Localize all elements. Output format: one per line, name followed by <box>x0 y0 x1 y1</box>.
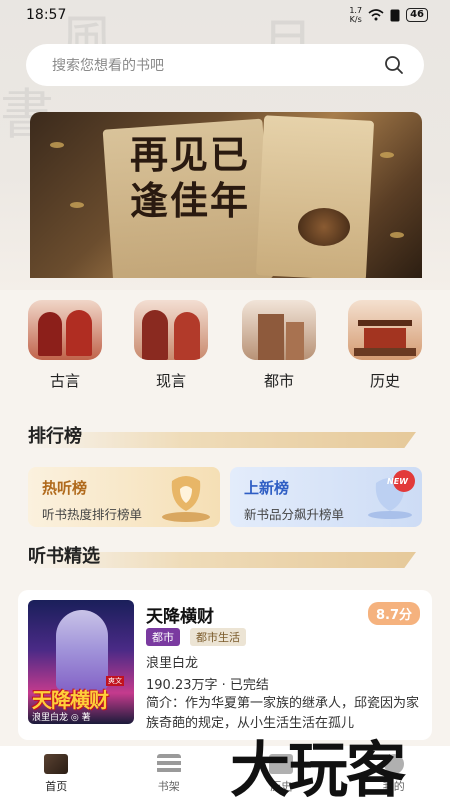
section-underline <box>28 432 416 448</box>
book-tag: 都市生活 <box>190 628 246 646</box>
search-input[interactable]: 搜索您想看的书吧 <box>52 55 164 75</box>
banner-scroll-art <box>255 115 375 278</box>
category-li-shi[interactable]: 历史 <box>348 300 422 391</box>
category-image <box>242 300 316 360</box>
search-bar[interactable]: 搜索您想看的书吧 <box>26 44 424 86</box>
watermark-text: 大玩客 <box>230 736 406 800</box>
tab-bookshelf[interactable]: 书架 <box>113 746 226 800</box>
status-bar: 18:57 1.7 K/s 46 <box>0 0 450 30</box>
featured-section-title: 听书精选 <box>28 546 100 567</box>
tab-label: 首页 <box>45 780 68 793</box>
category-label: 历史 <box>369 372 400 390</box>
category-image <box>348 300 422 360</box>
category-label: 现言 <box>155 372 186 390</box>
book-cover[interactable]: 爽文 天降横财 浪里白龙 ◎ 著 <box>28 600 134 724</box>
battery-indicator: 46 <box>406 8 428 22</box>
category-image <box>134 300 208 360</box>
book-author: 浪里白龙 <box>146 656 199 671</box>
search-icon[interactable] <box>384 55 404 75</box>
cover-badge: 爽文 <box>106 676 124 686</box>
tab-home[interactable]: 首页 <box>0 746 113 800</box>
status-icons: 1.7 K/s 46 <box>349 6 428 24</box>
sim-icon <box>390 9 400 21</box>
book-score: 8.7分 <box>367 602 420 625</box>
wifi-icon <box>368 9 384 21</box>
category-label: 都市 <box>263 372 294 390</box>
home-book-icon <box>44 754 69 774</box>
book-tag: 都市 <box>146 628 180 646</box>
category-xian-yan[interactable]: 现言 <box>134 300 208 391</box>
trophy-icon <box>162 476 210 522</box>
new-rank-card[interactable]: 上新榜 新书品分飙升榜单 NEW <box>230 467 422 527</box>
book-meta: 190.23万字 · 已完结 <box>146 678 269 693</box>
promo-banner[interactable]: 再见已逢佳年 <box>30 112 422 278</box>
bookshelf-icon <box>156 754 181 774</box>
status-time: 18:57 <box>26 7 67 23</box>
hot-listen-rank-card[interactable]: 热听榜 听书热度排行榜单 <box>28 467 220 527</box>
tab-label: 书架 <box>157 780 180 793</box>
new-badge: NEW <box>387 477 408 486</box>
banner-tea-bowl <box>298 208 350 246</box>
category-gu-yan[interactable]: 古言 <box>28 300 102 391</box>
category-row: 古言 现言 都市 历史 <box>0 300 450 390</box>
featured-book-card[interactable]: 爽文 天降横财 浪里白龙 ◎ 著 天降横财 8.7分 都市 都市生活 浪里白龙 … <box>18 590 432 740</box>
cover-character <box>56 610 108 690</box>
category-du-shi[interactable]: 都市 <box>242 300 316 391</box>
ranking-section-title: 排行榜 <box>28 426 82 447</box>
book-title[interactable]: 天降横财 <box>146 602 214 627</box>
category-label: 古言 <box>49 372 80 390</box>
category-image <box>28 300 102 360</box>
network-speed: 1.7 K/s <box>349 6 363 24</box>
cover-author: 浪里白龙 ◎ 著 <box>32 713 91 723</box>
cover-title: 天降横财 <box>32 688 109 712</box>
banner-title: 再见已逢佳年 <box>130 132 251 223</box>
